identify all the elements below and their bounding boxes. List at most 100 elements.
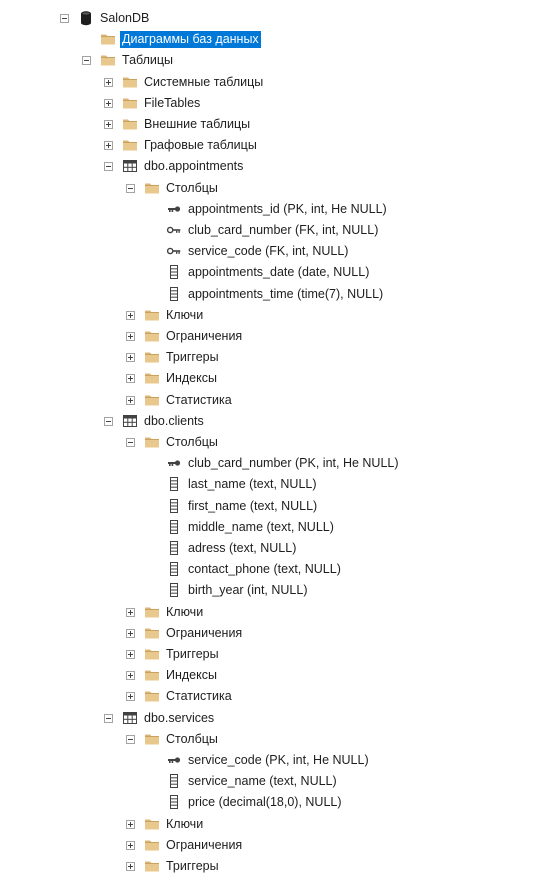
- tree-node-label: price (decimal(18,0), NULL): [188, 795, 342, 810]
- tree-node-label: Ключи: [166, 816, 204, 831]
- tree-node-label: appointments_id (PK, int, He NULL): [188, 201, 387, 216]
- tree-node[interactable]: last_name (text, NULL): [0, 474, 553, 495]
- tree-node-label: Индексы: [166, 668, 217, 683]
- expand-icon[interactable]: [126, 650, 135, 659]
- tree-node[interactable]: service_code (PK, int, He NULL): [0, 750, 553, 771]
- tree-node[interactable]: Ограничения: [0, 326, 553, 347]
- folder-icon: [144, 392, 160, 408]
- expand-icon[interactable]: [126, 332, 135, 341]
- collapse-icon[interactable]: [126, 438, 135, 447]
- collapse-icon[interactable]: [60, 14, 69, 23]
- expand-icon[interactable]: [126, 692, 135, 702]
- tree-node-label: Индексы: [166, 371, 217, 386]
- folder-icon: [144, 646, 160, 662]
- expand-icon[interactable]: [126, 862, 135, 871]
- tree-node[interactable]: dbo.appointments: [0, 156, 553, 177]
- primary-key-icon: [166, 201, 182, 217]
- folder-icon: [144, 858, 160, 874]
- folder-icon: [122, 95, 138, 111]
- folder-icon: [144, 837, 160, 853]
- expand-icon[interactable]: [104, 120, 113, 129]
- tree-node[interactable]: Статистика: [0, 390, 553, 411]
- tree-node[interactable]: appointments_date (date, NULL): [0, 262, 553, 283]
- collapse-icon[interactable]: [104, 416, 113, 426]
- tree-node-label: Ограничения: [166, 625, 243, 640]
- collapse-icon[interactable]: [126, 734, 135, 744]
- tree-node[interactable]: Индексы: [0, 368, 553, 389]
- tree-node[interactable]: dbo.services: [0, 708, 553, 729]
- tree-node[interactable]: contact_phone (text, NULL): [0, 559, 553, 580]
- column-icon: [166, 498, 182, 514]
- tree-node[interactable]: service_name (text, NULL): [0, 771, 553, 792]
- tree-node-label: Столбцы: [166, 731, 218, 746]
- tree-node[interactable]: club_card_number (FK, int, NULL): [0, 220, 553, 241]
- tree-node-label: Графовые таблицы: [144, 138, 257, 153]
- tree-node[interactable]: middle_name (text, NULL): [0, 517, 553, 538]
- tree-node[interactable]: Диаграммы баз данных: [0, 29, 553, 50]
- tree-node[interactable]: Ограничения: [0, 835, 553, 856]
- tree-node[interactable]: Столбцы: [0, 432, 553, 453]
- tree-node[interactable]: dbo.clients: [0, 411, 553, 432]
- collapse-icon[interactable]: [104, 162, 113, 172]
- tree-node[interactable]: appointments_id (PK, int, He NULL): [0, 199, 553, 220]
- tree-node[interactable]: Индексы: [0, 665, 553, 686]
- folder-icon: [122, 137, 138, 153]
- column-icon: [166, 264, 182, 280]
- tree-node[interactable]: Триггеры: [0, 856, 553, 877]
- tree-node[interactable]: Ограничения: [0, 623, 553, 644]
- tree-node[interactable]: birth_year (int, NULL): [0, 580, 553, 601]
- tree-node[interactable]: Системные таблицы: [0, 72, 553, 93]
- foreign-key-icon: [166, 222, 182, 238]
- expand-icon[interactable]: [126, 671, 135, 681]
- folder-icon: [122, 74, 138, 90]
- tree-node[interactable]: Графовые таблицы: [0, 135, 553, 156]
- expand-icon[interactable]: [104, 141, 113, 151]
- expand-icon[interactable]: [104, 77, 113, 87]
- expand-icon[interactable]: [126, 395, 135, 405]
- expand-icon[interactable]: [126, 819, 135, 829]
- tree-node-label: service_name (text, NULL): [188, 774, 337, 789]
- folder-icon: [122, 116, 138, 132]
- collapse-icon[interactable]: [104, 713, 113, 723]
- tree-node[interactable]: Столбцы: [0, 729, 553, 750]
- tree-node-label: Системные таблицы: [144, 74, 264, 89]
- folder-icon: [100, 52, 116, 68]
- tree-node[interactable]: Триггеры: [0, 347, 553, 368]
- tree-node[interactable]: Статистика: [0, 686, 553, 707]
- tree-node[interactable]: Таблицы: [0, 50, 553, 71]
- column-icon: [166, 286, 182, 302]
- tree-node[interactable]: club_card_number (PK, int, He NULL): [0, 453, 553, 474]
- tree-node-label: SalonDB: [100, 11, 150, 25]
- tree-node[interactable]: SalonDB: [0, 8, 553, 29]
- folder-icon: [144, 307, 160, 323]
- expand-icon[interactable]: [104, 98, 113, 108]
- tree-node-label: Ограничения: [166, 329, 243, 343]
- tree-node-label: Триггеры: [166, 350, 219, 365]
- expand-icon[interactable]: [126, 607, 135, 617]
- tree-node[interactable]: price (decimal(18,0), NULL): [0, 792, 553, 813]
- tree-node-label: dbo.clients: [144, 413, 204, 428]
- folder-icon: [144, 604, 160, 620]
- expand-icon[interactable]: [126, 628, 135, 638]
- tree-node[interactable]: Ключи: [0, 305, 553, 326]
- tree-node[interactable]: first_name (text, NULL): [0, 496, 553, 517]
- expand-icon[interactable]: [126, 840, 135, 850]
- tree-node[interactable]: service_code (FK, int, NULL): [0, 241, 553, 262]
- tree-node[interactable]: FileTables: [0, 93, 553, 114]
- collapse-icon[interactable]: [126, 183, 135, 193]
- tree-node[interactable]: Столбцы: [0, 178, 553, 199]
- tree-node-label: club_card_number (PK, int, He NULL): [188, 456, 399, 471]
- expand-icon[interactable]: [126, 310, 135, 320]
- column-icon: [166, 582, 182, 598]
- tree-node[interactable]: Ключи: [0, 814, 553, 835]
- tree-node[interactable]: adress (text, NULL): [0, 538, 553, 559]
- expand-icon[interactable]: [126, 374, 135, 384]
- tree-node-label: birth_year (int, NULL): [188, 583, 308, 598]
- tree-node[interactable]: Триггеры: [0, 644, 553, 665]
- collapse-icon[interactable]: [82, 56, 91, 66]
- tree-node[interactable]: Ключи: [0, 602, 553, 623]
- tree-node[interactable]: Внешние таблицы: [0, 114, 553, 135]
- column-icon: [166, 476, 182, 492]
- tree-node[interactable]: appointments_time (time(7), NULL): [0, 284, 553, 305]
- expand-icon[interactable]: [126, 353, 135, 363]
